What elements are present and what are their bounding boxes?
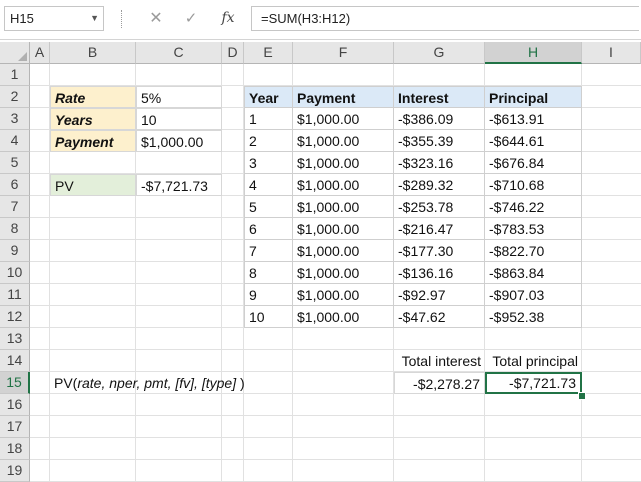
row-header-17[interactable]: 17 <box>0 416 30 438</box>
table-cell[interactable]: -$644.61 <box>485 130 582 152</box>
table-cell[interactable]: 9 <box>244 284 293 306</box>
table-cell[interactable]: -$177.30 <box>394 240 485 262</box>
table-cell[interactable]: 3 <box>244 152 293 174</box>
table-cell[interactable]: -$92.97 <box>394 284 485 306</box>
column-header-d[interactable]: D <box>222 42 244 64</box>
row-header-15[interactable]: 15 <box>0 372 30 394</box>
table-cell[interactable]: 4 <box>244 174 293 196</box>
table-cell[interactable]: -$216.47 <box>394 218 485 240</box>
table-cell[interactable]: -$783.53 <box>485 218 582 240</box>
table-cell[interactable]: -$47.62 <box>394 306 485 328</box>
table-cell[interactable]: $1,000.00 <box>293 152 394 174</box>
column-header-a[interactable]: A <box>30 42 50 64</box>
table-cell[interactable]: 10 <box>244 306 293 328</box>
column-header-i[interactable]: I <box>582 42 641 64</box>
gridline-horizontal <box>30 459 641 460</box>
row-header-3[interactable]: 3 <box>0 108 30 130</box>
row-header-19[interactable]: 19 <box>0 460 30 482</box>
total-principal-value[interactable]: -$7,721.73 <box>485 372 582 394</box>
table-cell[interactable]: $1,000.00 <box>293 196 394 218</box>
years-value[interactable]: 10 <box>136 108 222 130</box>
row-header-9[interactable]: 9 <box>0 240 30 262</box>
table-cell[interactable]: -$613.91 <box>485 108 582 130</box>
table-cell[interactable]: 8 <box>244 262 293 284</box>
table-cell[interactable]: -$952.38 <box>485 306 582 328</box>
select-all-corner[interactable] <box>0 42 30 64</box>
table-cell[interactable]: -$289.32 <box>394 174 485 196</box>
pv-value[interactable]: -$7,721.73 <box>136 174 222 196</box>
table-cell[interactable]: $1,000.00 <box>293 218 394 240</box>
syntax-close: ) <box>236 375 245 391</box>
gridline-horizontal <box>30 437 641 438</box>
table-cell[interactable]: $1,000.00 <box>293 284 394 306</box>
table-cell[interactable]: -$323.16 <box>394 152 485 174</box>
table-cell[interactable]: $1,000.00 <box>293 174 394 196</box>
table-cell[interactable]: -$253.78 <box>394 196 485 218</box>
row-header-4[interactable]: 4 <box>0 130 30 152</box>
row-header-8[interactable]: 8 <box>0 218 30 240</box>
table-cell[interactable]: -$355.39 <box>394 130 485 152</box>
table-cell[interactable]: 7 <box>244 240 293 262</box>
total-interest-label[interactable]: Total interest <box>394 350 485 372</box>
rate-value[interactable]: 5% <box>136 86 222 108</box>
column-header-g[interactable]: G <box>394 42 485 64</box>
row-header-7[interactable]: 7 <box>0 196 30 218</box>
pv-label[interactable]: PV <box>50 174 136 196</box>
fill-handle[interactable] <box>578 392 586 400</box>
table-cell[interactable]: -$386.09 <box>394 108 485 130</box>
worksheet-grid[interactable]: A B C D E F G H I 1 2 3 4 5 6 7 8 9 10 11 12 13 14 15 16 17 18 19 Ra… <box>0 0 641 482</box>
table-cell[interactable]: -$710.68 <box>485 174 582 196</box>
pv-syntax-note[interactable]: PV(rate, nper, pmt, [fv], [type] ) <box>50 372 394 394</box>
payment-value[interactable]: $1,000.00 <box>136 130 222 152</box>
row-header-18[interactable]: 18 <box>0 438 30 460</box>
years-label[interactable]: Years <box>50 108 136 130</box>
table-header-payment[interactable]: Payment <box>293 86 394 108</box>
column-header-c[interactable]: C <box>136 42 222 64</box>
row-header-12[interactable]: 12 <box>0 306 30 328</box>
table-cell[interactable]: 6 <box>244 218 293 240</box>
table-cell[interactable]: $1,000.00 <box>293 108 394 130</box>
table-cell[interactable]: -$863.84 <box>485 262 582 284</box>
table-cell[interactable]: $1,000.00 <box>293 240 394 262</box>
table-cell[interactable]: -$746.22 <box>485 196 582 218</box>
row-header-13[interactable]: 13 <box>0 328 30 350</box>
column-header-e[interactable]: E <box>244 42 293 64</box>
row-header-14[interactable]: 14 <box>0 350 30 372</box>
column-header-h[interactable]: H <box>485 42 582 64</box>
row-header-16[interactable]: 16 <box>0 394 30 416</box>
row-header-6[interactable]: 6 <box>0 174 30 196</box>
total-principal-label[interactable]: Total principal <box>485 350 582 372</box>
table-cell[interactable]: -$907.03 <box>485 284 582 306</box>
table-header-principal[interactable]: Principal <box>485 86 582 108</box>
table-header-year[interactable]: Year <box>244 86 293 108</box>
row-header-10[interactable]: 10 <box>0 262 30 284</box>
payment-label[interactable]: Payment <box>50 130 136 152</box>
table-cell[interactable]: $1,000.00 <box>293 306 394 328</box>
gridline-horizontal <box>30 415 641 416</box>
syntax-args: rate, nper, pmt, [fv], [type] <box>77 375 237 391</box>
table-cell[interactable]: 1 <box>244 108 293 130</box>
table-header-interest[interactable]: Interest <box>394 86 485 108</box>
row-header-1[interactable]: 1 <box>0 64 30 86</box>
column-header-b[interactable]: B <box>50 42 136 64</box>
row-header-5[interactable]: 5 <box>0 152 30 174</box>
table-cell[interactable]: -$822.70 <box>485 240 582 262</box>
table-cell[interactable]: $1,000.00 <box>293 130 394 152</box>
table-cell[interactable]: 5 <box>244 196 293 218</box>
table-cell[interactable]: -$676.84 <box>485 152 582 174</box>
column-header-f[interactable]: F <box>293 42 394 64</box>
table-cell[interactable]: 2 <box>244 130 293 152</box>
syntax-fn: PV( <box>54 375 78 391</box>
total-interest-value[interactable]: -$2,278.27 <box>394 372 485 394</box>
table-cell[interactable]: $1,000.00 <box>293 262 394 284</box>
rate-label[interactable]: Rate <box>50 86 136 108</box>
select-all-triangle-icon <box>18 52 27 61</box>
row-header-2[interactable]: 2 <box>0 86 30 108</box>
table-cell[interactable]: -$136.16 <box>394 262 485 284</box>
row-header-11[interactable]: 11 <box>0 284 30 306</box>
